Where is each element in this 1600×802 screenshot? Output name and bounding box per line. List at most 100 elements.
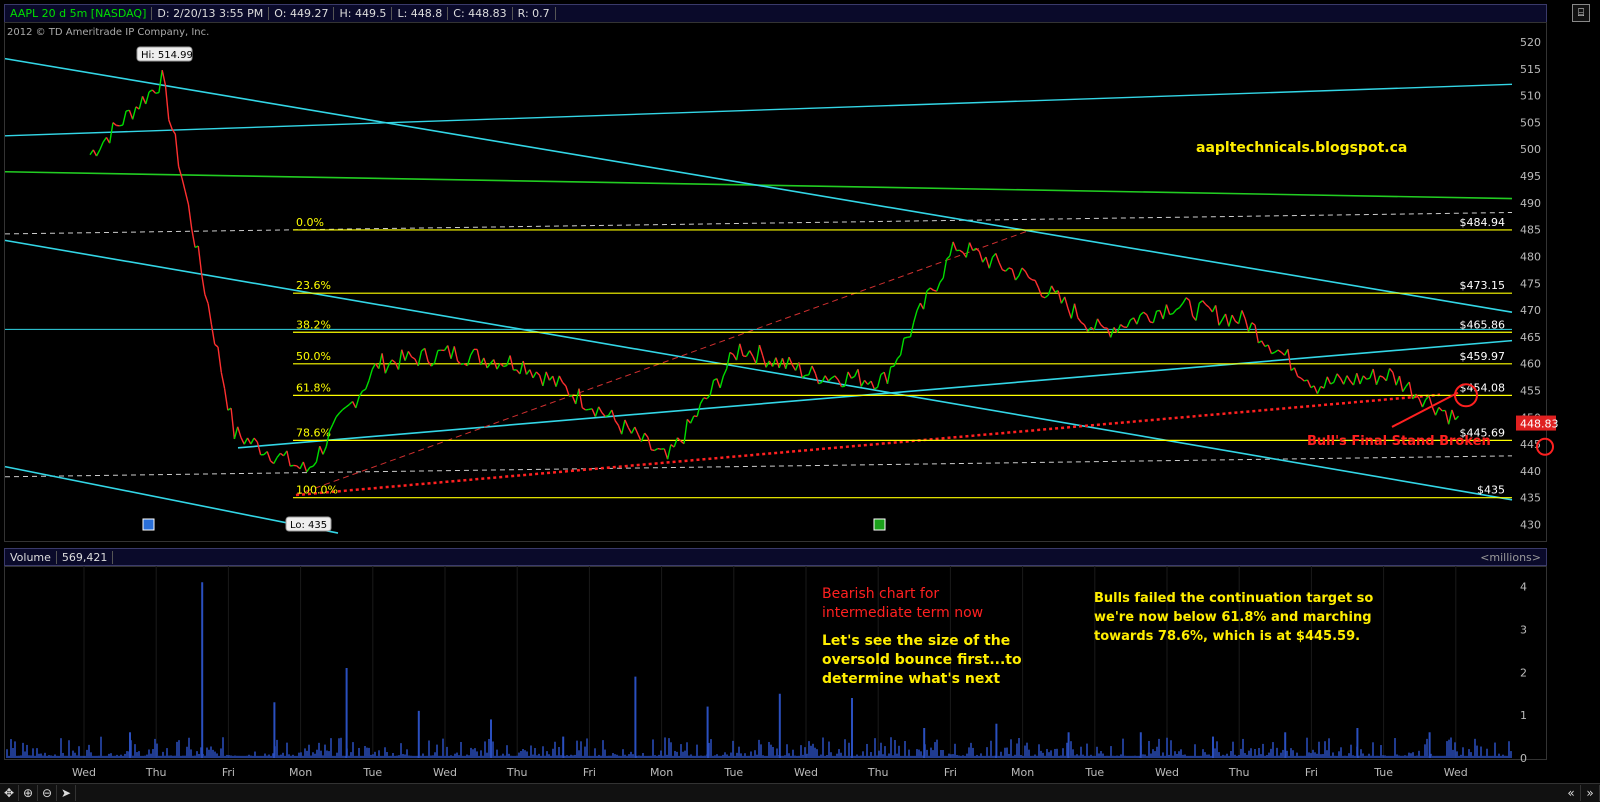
price-bar <box>168 119 173 130</box>
price-bar <box>591 408 597 417</box>
price-bar <box>332 416 337 425</box>
pan-icon[interactable]: ✥ <box>0 785 19 801</box>
price-bar <box>1261 340 1266 347</box>
price-bar <box>959 249 964 254</box>
time-tick-label: Wed <box>433 766 457 779</box>
price-bar <box>145 91 150 105</box>
price-bar <box>509 355 515 371</box>
price-bar <box>1028 276 1033 281</box>
volume-tick-label: 2 <box>1520 666 1527 679</box>
price-bar <box>1136 314 1141 325</box>
price-bar <box>240 437 245 445</box>
price-bar <box>874 386 878 390</box>
upper-channel-line <box>4 83 1513 137</box>
price-bar <box>995 253 1000 263</box>
price-bar <box>863 379 869 385</box>
price-chart: 2012 © TD Ameritrade IP Company, Inc. 520… <box>4 27 1559 779</box>
price-bar <box>1277 349 1282 353</box>
volume-tick-label: 1 <box>1520 709 1527 722</box>
price-bar <box>315 446 321 463</box>
price-bar <box>899 338 905 356</box>
scroll-right-icon[interactable]: » <box>1581 785 1600 801</box>
time-tick-label: Thu <box>1228 766 1250 779</box>
price-bar <box>946 255 951 260</box>
time-tick-label: Thu <box>506 766 528 779</box>
price-bar <box>1143 311 1148 316</box>
price-bar <box>1182 297 1187 304</box>
fib-right-label: $435 <box>1477 484 1505 497</box>
current-price-label: 448.83 <box>1520 418 1559 431</box>
time-tick-label: Thu <box>145 766 167 779</box>
price-bar <box>1454 415 1460 421</box>
price-bar <box>1323 376 1328 389</box>
price-bar <box>1169 312 1174 316</box>
event-marker-earnings <box>142 518 155 531</box>
price-bar <box>1083 324 1089 332</box>
bull-support-line <box>295 393 1441 497</box>
price-bar <box>1080 321 1085 326</box>
price-bar <box>952 241 958 251</box>
price-bar <box>424 348 429 362</box>
price-bar <box>827 377 833 382</box>
price-bar <box>978 251 984 263</box>
price-bar <box>614 420 619 426</box>
price-bar <box>729 351 734 356</box>
price-bar <box>696 403 702 417</box>
price-bar <box>1198 300 1203 304</box>
price-bar <box>266 451 272 462</box>
time-tick-label: Wed <box>1155 766 1179 779</box>
price-bar <box>161 69 167 86</box>
bounce-annotation-2: oversold bounce first...to <box>822 652 1022 668</box>
cursor-icon[interactable]: ➤ <box>57 785 76 801</box>
price-bar <box>771 357 777 367</box>
price-bar <box>893 358 898 367</box>
price-bar <box>1044 294 1049 299</box>
price-bar <box>627 427 633 434</box>
price-bar <box>397 349 403 370</box>
price-bar <box>112 122 117 126</box>
price-bar <box>552 375 557 387</box>
price-tick-label: 515 <box>1520 63 1541 76</box>
price-bar <box>1214 305 1220 326</box>
price-bar <box>1237 310 1243 324</box>
price-tick-label: 510 <box>1520 90 1541 103</box>
price-bar <box>246 437 252 445</box>
zoom-in-icon[interactable]: ⊕ <box>19 785 38 801</box>
fib-right-label: $484.94 <box>1460 216 1506 229</box>
price-bar <box>883 372 889 384</box>
price-bar <box>355 396 360 409</box>
fib-left-label: 78.6% <box>296 426 331 439</box>
price-bar <box>1228 314 1233 327</box>
bulls-annotation-3: towards 78.6%, which is at $445.59. <box>1094 629 1360 644</box>
price-bar <box>187 204 193 230</box>
price-tick-label: 490 <box>1520 197 1541 210</box>
price-bar <box>709 380 715 395</box>
price-bar <box>1050 285 1056 293</box>
price-bar <box>1162 304 1168 320</box>
price-bar <box>565 385 570 397</box>
price-bar <box>644 432 649 438</box>
price-bar <box>624 419 629 428</box>
price-bar <box>558 375 564 383</box>
scroll-left-icon[interactable]: « <box>1562 785 1581 801</box>
price-bar <box>988 257 994 269</box>
price-bar <box>1070 303 1076 319</box>
price-bar <box>538 375 544 387</box>
price-bar <box>1077 317 1082 323</box>
price-bar <box>617 425 623 435</box>
price-bar <box>758 344 764 357</box>
price-bar <box>998 262 1003 271</box>
price-bar <box>1434 407 1440 416</box>
price-bar <box>131 106 137 120</box>
price-tick-label: 435 <box>1520 492 1541 505</box>
price-bar <box>243 437 249 445</box>
price-bar <box>529 369 534 379</box>
price-bar <box>204 294 209 304</box>
price-bar <box>1316 386 1322 394</box>
price-bar <box>302 461 308 473</box>
volume-tick-label: 3 <box>1520 623 1527 636</box>
zoom-out-icon[interactable]: ⊖ <box>38 785 57 801</box>
price-bar <box>562 381 567 387</box>
price-bar <box>1139 311 1144 316</box>
price-bar <box>503 364 507 368</box>
